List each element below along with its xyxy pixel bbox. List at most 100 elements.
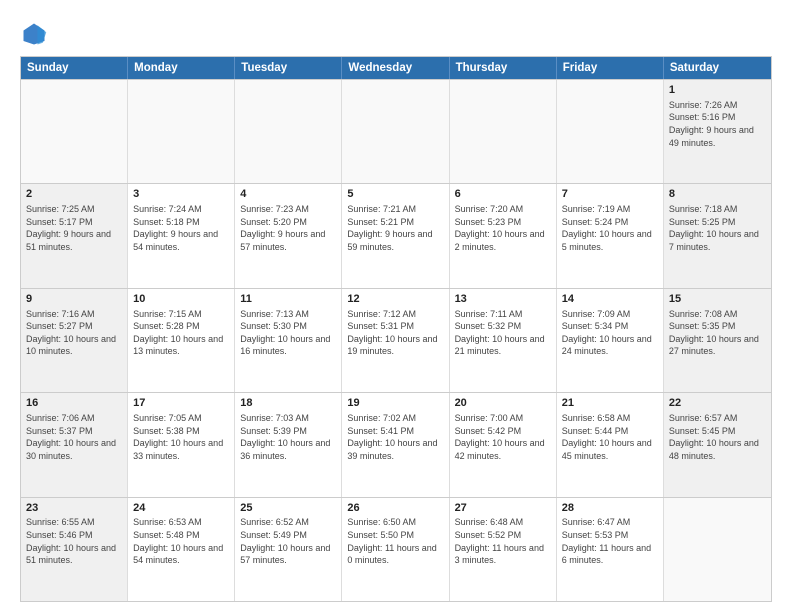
day-info: Sunrise: 6:57 AM Sunset: 5:45 PM Dayligh…	[669, 412, 766, 462]
day-number: 13	[455, 292, 551, 307]
day-info: Sunrise: 7:09 AM Sunset: 5:34 PM Dayligh…	[562, 308, 658, 358]
calendar-cell: 6Sunrise: 7:20 AM Sunset: 5:23 PM Daylig…	[450, 184, 557, 287]
calendar-cell: 18Sunrise: 7:03 AM Sunset: 5:39 PM Dayli…	[235, 393, 342, 496]
day-number: 2	[26, 187, 122, 202]
calendar-cell: 19Sunrise: 7:02 AM Sunset: 5:41 PM Dayli…	[342, 393, 449, 496]
calendar-cell	[664, 498, 771, 601]
calendar-cell: 27Sunrise: 6:48 AM Sunset: 5:52 PM Dayli…	[450, 498, 557, 601]
calendar-week-2: 2Sunrise: 7:25 AM Sunset: 5:17 PM Daylig…	[21, 183, 771, 287]
day-info: Sunrise: 6:52 AM Sunset: 5:49 PM Dayligh…	[240, 516, 336, 566]
calendar-cell	[235, 80, 342, 183]
day-number: 28	[562, 501, 658, 516]
calendar-week-1: 1Sunrise: 7:26 AM Sunset: 5:16 PM Daylig…	[21, 79, 771, 183]
calendar-header: SundayMondayTuesdayWednesdayThursdayFrid…	[21, 57, 771, 79]
day-number: 14	[562, 292, 658, 307]
day-info: Sunrise: 7:24 AM Sunset: 5:18 PM Dayligh…	[133, 203, 229, 253]
calendar-cell: 4Sunrise: 7:23 AM Sunset: 5:20 PM Daylig…	[235, 184, 342, 287]
calendar-cell: 3Sunrise: 7:24 AM Sunset: 5:18 PM Daylig…	[128, 184, 235, 287]
calendar-cell	[450, 80, 557, 183]
day-info: Sunrise: 7:26 AM Sunset: 5:16 PM Dayligh…	[669, 99, 766, 149]
day-info: Sunrise: 7:15 AM Sunset: 5:28 PM Dayligh…	[133, 308, 229, 358]
calendar-week-5: 23Sunrise: 6:55 AM Sunset: 5:46 PM Dayli…	[21, 497, 771, 601]
calendar-weekday-thursday: Thursday	[450, 57, 557, 79]
calendar-cell	[342, 80, 449, 183]
calendar-body: 1Sunrise: 7:26 AM Sunset: 5:16 PM Daylig…	[21, 79, 771, 601]
day-info: Sunrise: 7:18 AM Sunset: 5:25 PM Dayligh…	[669, 203, 766, 253]
day-number: 20	[455, 396, 551, 411]
calendar-cell: 5Sunrise: 7:21 AM Sunset: 5:21 PM Daylig…	[342, 184, 449, 287]
day-number: 5	[347, 187, 443, 202]
calendar-cell	[557, 80, 664, 183]
day-number: 12	[347, 292, 443, 307]
calendar-cell: 25Sunrise: 6:52 AM Sunset: 5:49 PM Dayli…	[235, 498, 342, 601]
calendar-cell: 28Sunrise: 6:47 AM Sunset: 5:53 PM Dayli…	[557, 498, 664, 601]
day-info: Sunrise: 6:47 AM Sunset: 5:53 PM Dayligh…	[562, 516, 658, 566]
calendar-cell: 12Sunrise: 7:12 AM Sunset: 5:31 PM Dayli…	[342, 289, 449, 392]
day-info: Sunrise: 7:25 AM Sunset: 5:17 PM Dayligh…	[26, 203, 122, 253]
day-info: Sunrise: 7:20 AM Sunset: 5:23 PM Dayligh…	[455, 203, 551, 253]
calendar-weekday-tuesday: Tuesday	[235, 57, 342, 79]
header	[20, 16, 772, 48]
day-info: Sunrise: 7:13 AM Sunset: 5:30 PM Dayligh…	[240, 308, 336, 358]
day-info: Sunrise: 7:05 AM Sunset: 5:38 PM Dayligh…	[133, 412, 229, 462]
day-number: 23	[26, 501, 122, 516]
calendar-cell: 15Sunrise: 7:08 AM Sunset: 5:35 PM Dayli…	[664, 289, 771, 392]
day-number: 11	[240, 292, 336, 307]
calendar-weekday-monday: Monday	[128, 57, 235, 79]
day-number: 18	[240, 396, 336, 411]
calendar-cell: 2Sunrise: 7:25 AM Sunset: 5:17 PM Daylig…	[21, 184, 128, 287]
day-number: 8	[669, 187, 766, 202]
calendar-cell: 22Sunrise: 6:57 AM Sunset: 5:45 PM Dayli…	[664, 393, 771, 496]
calendar-weekday-friday: Friday	[557, 57, 664, 79]
day-info: Sunrise: 7:12 AM Sunset: 5:31 PM Dayligh…	[347, 308, 443, 358]
calendar: SundayMondayTuesdayWednesdayThursdayFrid…	[20, 56, 772, 602]
day-info: Sunrise: 6:48 AM Sunset: 5:52 PM Dayligh…	[455, 516, 551, 566]
calendar-cell: 17Sunrise: 7:05 AM Sunset: 5:38 PM Dayli…	[128, 393, 235, 496]
calendar-cell: 14Sunrise: 7:09 AM Sunset: 5:34 PM Dayli…	[557, 289, 664, 392]
calendar-cell: 24Sunrise: 6:53 AM Sunset: 5:48 PM Dayli…	[128, 498, 235, 601]
calendar-cell: 21Sunrise: 6:58 AM Sunset: 5:44 PM Dayli…	[557, 393, 664, 496]
calendar-cell: 13Sunrise: 7:11 AM Sunset: 5:32 PM Dayli…	[450, 289, 557, 392]
day-number: 4	[240, 187, 336, 202]
calendar-cell: 7Sunrise: 7:19 AM Sunset: 5:24 PM Daylig…	[557, 184, 664, 287]
logo-icon	[20, 20, 48, 48]
day-info: Sunrise: 7:03 AM Sunset: 5:39 PM Dayligh…	[240, 412, 336, 462]
day-number: 7	[562, 187, 658, 202]
day-info: Sunrise: 6:53 AM Sunset: 5:48 PM Dayligh…	[133, 516, 229, 566]
day-number: 26	[347, 501, 443, 516]
calendar-cell	[21, 80, 128, 183]
day-number: 24	[133, 501, 229, 516]
calendar-cell: 9Sunrise: 7:16 AM Sunset: 5:27 PM Daylig…	[21, 289, 128, 392]
calendar-cell: 16Sunrise: 7:06 AM Sunset: 5:37 PM Dayli…	[21, 393, 128, 496]
calendar-cell: 11Sunrise: 7:13 AM Sunset: 5:30 PM Dayli…	[235, 289, 342, 392]
calendar-cell	[128, 80, 235, 183]
day-info: Sunrise: 7:02 AM Sunset: 5:41 PM Dayligh…	[347, 412, 443, 462]
day-number: 22	[669, 396, 766, 411]
day-number: 16	[26, 396, 122, 411]
calendar-weekday-saturday: Saturday	[664, 57, 771, 79]
day-info: Sunrise: 7:11 AM Sunset: 5:32 PM Dayligh…	[455, 308, 551, 358]
day-info: Sunrise: 6:50 AM Sunset: 5:50 PM Dayligh…	[347, 516, 443, 566]
day-number: 19	[347, 396, 443, 411]
calendar-cell: 23Sunrise: 6:55 AM Sunset: 5:46 PM Dayli…	[21, 498, 128, 601]
day-number: 25	[240, 501, 336, 516]
day-info: Sunrise: 6:58 AM Sunset: 5:44 PM Dayligh…	[562, 412, 658, 462]
day-info: Sunrise: 6:55 AM Sunset: 5:46 PM Dayligh…	[26, 516, 122, 566]
day-number: 6	[455, 187, 551, 202]
calendar-weekday-sunday: Sunday	[21, 57, 128, 79]
day-info: Sunrise: 7:00 AM Sunset: 5:42 PM Dayligh…	[455, 412, 551, 462]
day-info: Sunrise: 7:16 AM Sunset: 5:27 PM Dayligh…	[26, 308, 122, 358]
calendar-cell: 8Sunrise: 7:18 AM Sunset: 5:25 PM Daylig…	[664, 184, 771, 287]
calendar-weekday-wednesday: Wednesday	[342, 57, 449, 79]
day-info: Sunrise: 7:23 AM Sunset: 5:20 PM Dayligh…	[240, 203, 336, 253]
calendar-cell: 20Sunrise: 7:00 AM Sunset: 5:42 PM Dayli…	[450, 393, 557, 496]
logo	[20, 20, 50, 48]
calendar-cell: 26Sunrise: 6:50 AM Sunset: 5:50 PM Dayli…	[342, 498, 449, 601]
day-number: 21	[562, 396, 658, 411]
day-number: 15	[669, 292, 766, 307]
calendar-week-4: 16Sunrise: 7:06 AM Sunset: 5:37 PM Dayli…	[21, 392, 771, 496]
day-number: 3	[133, 187, 229, 202]
day-info: Sunrise: 7:21 AM Sunset: 5:21 PM Dayligh…	[347, 203, 443, 253]
page: SundayMondayTuesdayWednesdayThursdayFrid…	[0, 0, 792, 612]
day-number: 1	[669, 83, 766, 98]
